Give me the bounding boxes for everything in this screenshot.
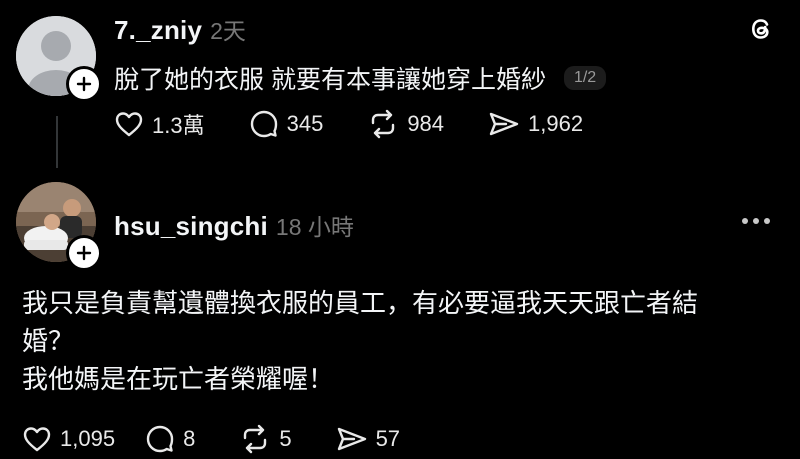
like-count: 1.3萬	[152, 113, 205, 138]
username[interactable]: hsu_singchi	[114, 211, 268, 242]
post-text: 脫了她的衣服 就要有本事讓她穿上婚紗	[114, 66, 546, 94]
more-options-icon[interactable]	[742, 218, 770, 224]
post-actions: 1,095 8 5 57	[22, 424, 444, 454]
share-button[interactable]: 57	[336, 425, 400, 453]
threads-logo-icon[interactable]	[746, 14, 776, 49]
repost-count: 984	[407, 111, 445, 136]
repost-count: 5	[279, 426, 292, 451]
share-count: 57	[375, 426, 401, 451]
share-button[interactable]: 1,962	[488, 110, 583, 138]
thread-line	[56, 116, 58, 168]
repost-icon	[244, 424, 267, 454]
send-icon	[489, 112, 519, 136]
send-icon	[337, 427, 366, 451]
follow-button[interactable]	[66, 66, 102, 102]
reply-text: 我只是負責幫遺體換衣服的員工，有必要逼我天天跟亡者結 婚？ 我他媽是在玩亡者榮耀…	[22, 284, 782, 398]
comment-button[interactable]: 8	[145, 424, 195, 454]
plus-icon	[76, 76, 92, 92]
comment-button[interactable]: 345	[249, 109, 324, 139]
heart-icon	[23, 427, 51, 452]
username[interactable]: 7._zniy	[114, 15, 202, 46]
post-actions: 1.3萬 345 984 1,962	[114, 108, 627, 140]
repost-button[interactable]: 5	[239, 424, 292, 454]
plus-icon	[76, 245, 92, 261]
post-time: 2天	[210, 18, 246, 44]
page-indicator: 1/2	[563, 66, 607, 90]
like-count: 1,095	[60, 426, 116, 451]
comment-icon	[146, 425, 174, 453]
repost-button[interactable]: 984	[367, 109, 444, 139]
like-button[interactable]: 1,095	[22, 425, 115, 453]
repost-icon	[372, 109, 395, 139]
comment-count: 8	[183, 426, 196, 451]
reply-line: 我只是負責幫遺體換衣服的員工，有必要逼我天天跟亡者結	[22, 288, 699, 318]
heart-icon	[115, 112, 143, 137]
comment-count: 345	[286, 111, 324, 136]
like-button[interactable]: 1.3萬	[114, 108, 205, 140]
share-count: 1,962	[528, 111, 584, 136]
reply-line: 婚？	[22, 326, 75, 356]
follow-button[interactable]	[66, 235, 102, 271]
reply-line: 我他媽是在玩亡者榮耀喔！	[22, 364, 335, 394]
comment-icon	[250, 110, 277, 138]
post-time: 18 小時	[275, 214, 354, 240]
